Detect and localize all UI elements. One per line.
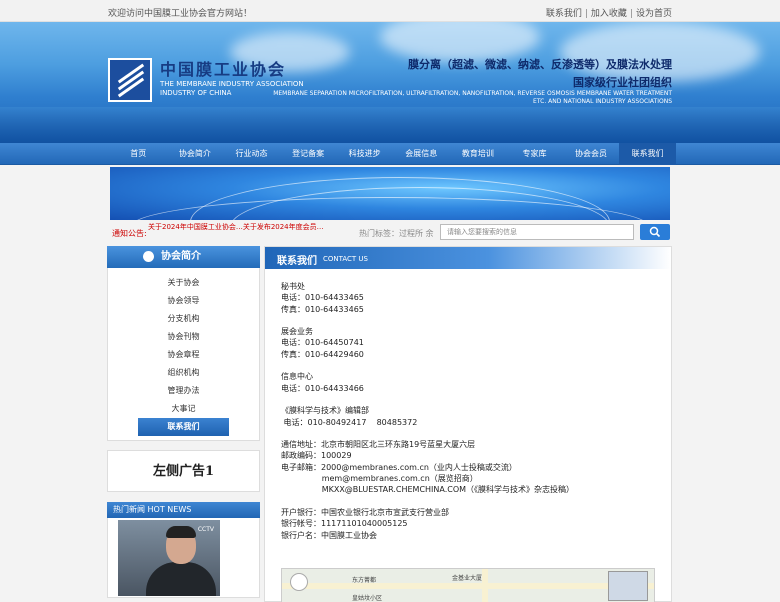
contact-line: 电话：010-80492417 80485372 <box>281 417 418 427</box>
nav-item-exhibitions[interactable]: 会展信息 <box>393 143 450 165</box>
nav-item-experts[interactable]: 专家库 <box>506 143 563 165</box>
contact-line: 传真：010-64433465 <box>281 304 364 314</box>
main-nav: 首页 协会简介 行业动态 登记备案 科技进步 会展信息 教育培训 专家库 协会会… <box>0 143 780 165</box>
contact-details: 秘书处 电话：010-64433465 传真：010-64433465 展会业务… <box>281 281 574 541</box>
logo-title: 中国膜工业协会 <box>160 60 287 79</box>
contact-line: 通信地址：北京市朝阳区北三环东路19号蓝星大厦六层 <box>281 440 476 450</box>
contact-line: 邮政编码：100029 <box>281 451 352 461</box>
search-input[interactable]: 请输入您要搜索的信息 <box>440 224 634 240</box>
notice-scroll[interactable]: 关于2024年中国膜工业协会…关于发布2024年度会员… <box>148 223 338 241</box>
sub-banner <box>110 167 670 220</box>
nav-item-home[interactable]: 首页 <box>110 143 167 165</box>
page-title: 联系我们 <box>277 256 317 267</box>
contact-line: 开户银行：中国农业银行北京市宣武支行营业部 <box>281 507 449 517</box>
sidebar-item-publications[interactable]: 协会刊物 <box>108 328 259 346</box>
contact-line: 银行帐号：11171101040005125 <box>281 519 408 529</box>
contact-line <box>281 315 574 326</box>
contact-line: 传真：010-64429460 <box>281 349 364 359</box>
sidebar-item-contact[interactable]: 联系我们 <box>138 418 229 436</box>
sidebar-item-milestones[interactable]: 大事记 <box>108 400 259 418</box>
top-links: 联系我们 | 加入收藏 | 设为首页 <box>545 9 672 19</box>
slogan-line-1: 膜分离（超滤、微滤、纳滤、反渗透等）及膜法水处理 <box>408 58 672 71</box>
add-favorite-link[interactable]: 加入收藏 <box>591 9 627 19</box>
nav-item-industry-news[interactable]: 行业动态 <box>223 143 280 165</box>
sidebar: 协会简介 关于协会 协会领导 分支机构 协会刊物 协会章程 组织机构 管理办法 … <box>107 246 260 598</box>
contact-line: 电话：010-64433466 <box>281 383 364 393</box>
nav-item-about[interactable]: 协会简介 <box>167 143 224 165</box>
contact-line <box>281 428 574 439</box>
notice-label: 通知公告: <box>112 229 147 238</box>
hot-tags: 热门标签：过程所 余 <box>359 229 434 238</box>
main-content: 联系我们 CONTACT US 秘书处 电话：010-64433465 传真：0… <box>264 246 672 602</box>
sidebar-item-about[interactable]: 关于协会 <box>108 274 259 292</box>
sidebar-item-charter[interactable]: 协会章程 <box>108 346 259 364</box>
hot-news-box: CCTV <box>107 518 260 598</box>
sidebar-header: 协会简介 <box>107 246 260 268</box>
contact-us-link[interactable]: 联系我们 <box>546 9 582 19</box>
location-map[interactable]: 东方菁都 金基业大厦 皇姑坟小区 <box>281 568 655 602</box>
sidebar-item-regulations[interactable]: 管理办法 <box>108 382 259 400</box>
nav-item-registration[interactable]: 登记备案 <box>280 143 337 165</box>
sidebar-item-branches[interactable]: 分支机构 <box>108 310 259 328</box>
contact-line: 银行户名：中国膜工业协会 <box>281 530 377 540</box>
content-header: 联系我们 CONTACT US <box>265 247 671 269</box>
contact-line: 《膜科学与技术》编辑部 <box>281 406 369 416</box>
contact-line: 展会业务 <box>281 327 313 337</box>
contact-line: 电子邮箱：2000@membranes.com.cn（业内人士投稿或交流） <box>281 462 517 472</box>
slogan-english: MEMBRANE SEPARATION MICROFILTRATION, ULT… <box>273 90 672 105</box>
contact-line: 电话：010-64433465 <box>281 293 364 303</box>
contact-line: 电话：010-64450741 <box>281 338 364 348</box>
tv-logo: CCTV <box>197 526 214 533</box>
map-label: 东方菁都 <box>352 577 377 584</box>
nav-item-contact[interactable]: 联系我们 <box>619 143 676 165</box>
set-homepage-link[interactable]: 设为首页 <box>636 9 672 19</box>
globe-icon <box>143 251 154 262</box>
top-bar: 欢迎访问中国膜工业协会官方网站！ 联系我们 | 加入收藏 | 设为首页 <box>0 0 780 22</box>
contact-line: MKXX@BLUESTAR.CHEMCHINA.COM（《膜科学与技术》杂志投稿… <box>281 485 575 495</box>
notice-bar: 通知公告: 关于2024年中国膜工业协会…关于发布2024年度会员… 热门标签：… <box>110 222 670 242</box>
search-icon <box>649 226 661 238</box>
sidebar-item-leaders[interactable]: 协会领导 <box>108 292 259 310</box>
news-photo[interactable]: CCTV <box>118 520 220 596</box>
contact-line <box>281 496 574 507</box>
sidebar-menu: 关于协会 协会领导 分支机构 协会刊物 协会章程 组织机构 管理办法 大事记 联… <box>107 268 260 441</box>
slogan-line-2: 国家级行业社团组织 <box>573 76 672 89</box>
association-logo-icon[interactable] <box>108 58 152 102</box>
nav-item-technology[interactable]: 科技进步 <box>336 143 393 165</box>
map-label: 金基业大厦 <box>452 575 483 582</box>
nav-item-training[interactable]: 教育培训 <box>450 143 507 165</box>
map-overview-icon[interactable] <box>608 571 648 601</box>
contact-line: mem@membranes.com.cn（展览招商） <box>281 474 478 484</box>
sidebar-item-organization[interactable]: 组织机构 <box>108 364 259 382</box>
sidebar-title: 协会简介 <box>161 251 201 262</box>
header-banner: 中国膜工业协会 THE MEMBRANE INDUSTRY ASSOCIATIO… <box>0 22 780 143</box>
search-button[interactable] <box>640 224 670 240</box>
contact-line: 秘书处 <box>281 282 305 291</box>
page-title-en: CONTACT US <box>323 255 368 263</box>
map-pan-control-icon[interactable] <box>290 573 308 591</box>
contact-line: 信息中心 <box>281 372 313 382</box>
welcome-text: 欢迎访问中国膜工业协会官方网站！ <box>108 9 253 19</box>
nav-item-members[interactable]: 协会会员 <box>563 143 620 165</box>
hot-news-header: 热门新闻 HOT NEWS <box>107 502 260 518</box>
hot-tag-link[interactable]: 过程所 余 <box>399 229 434 238</box>
left-ad[interactable]: 左侧广告1 <box>107 450 260 492</box>
contact-line <box>281 360 574 371</box>
map-label: 皇姑坟小区 <box>352 595 383 602</box>
contact-line <box>281 394 574 405</box>
